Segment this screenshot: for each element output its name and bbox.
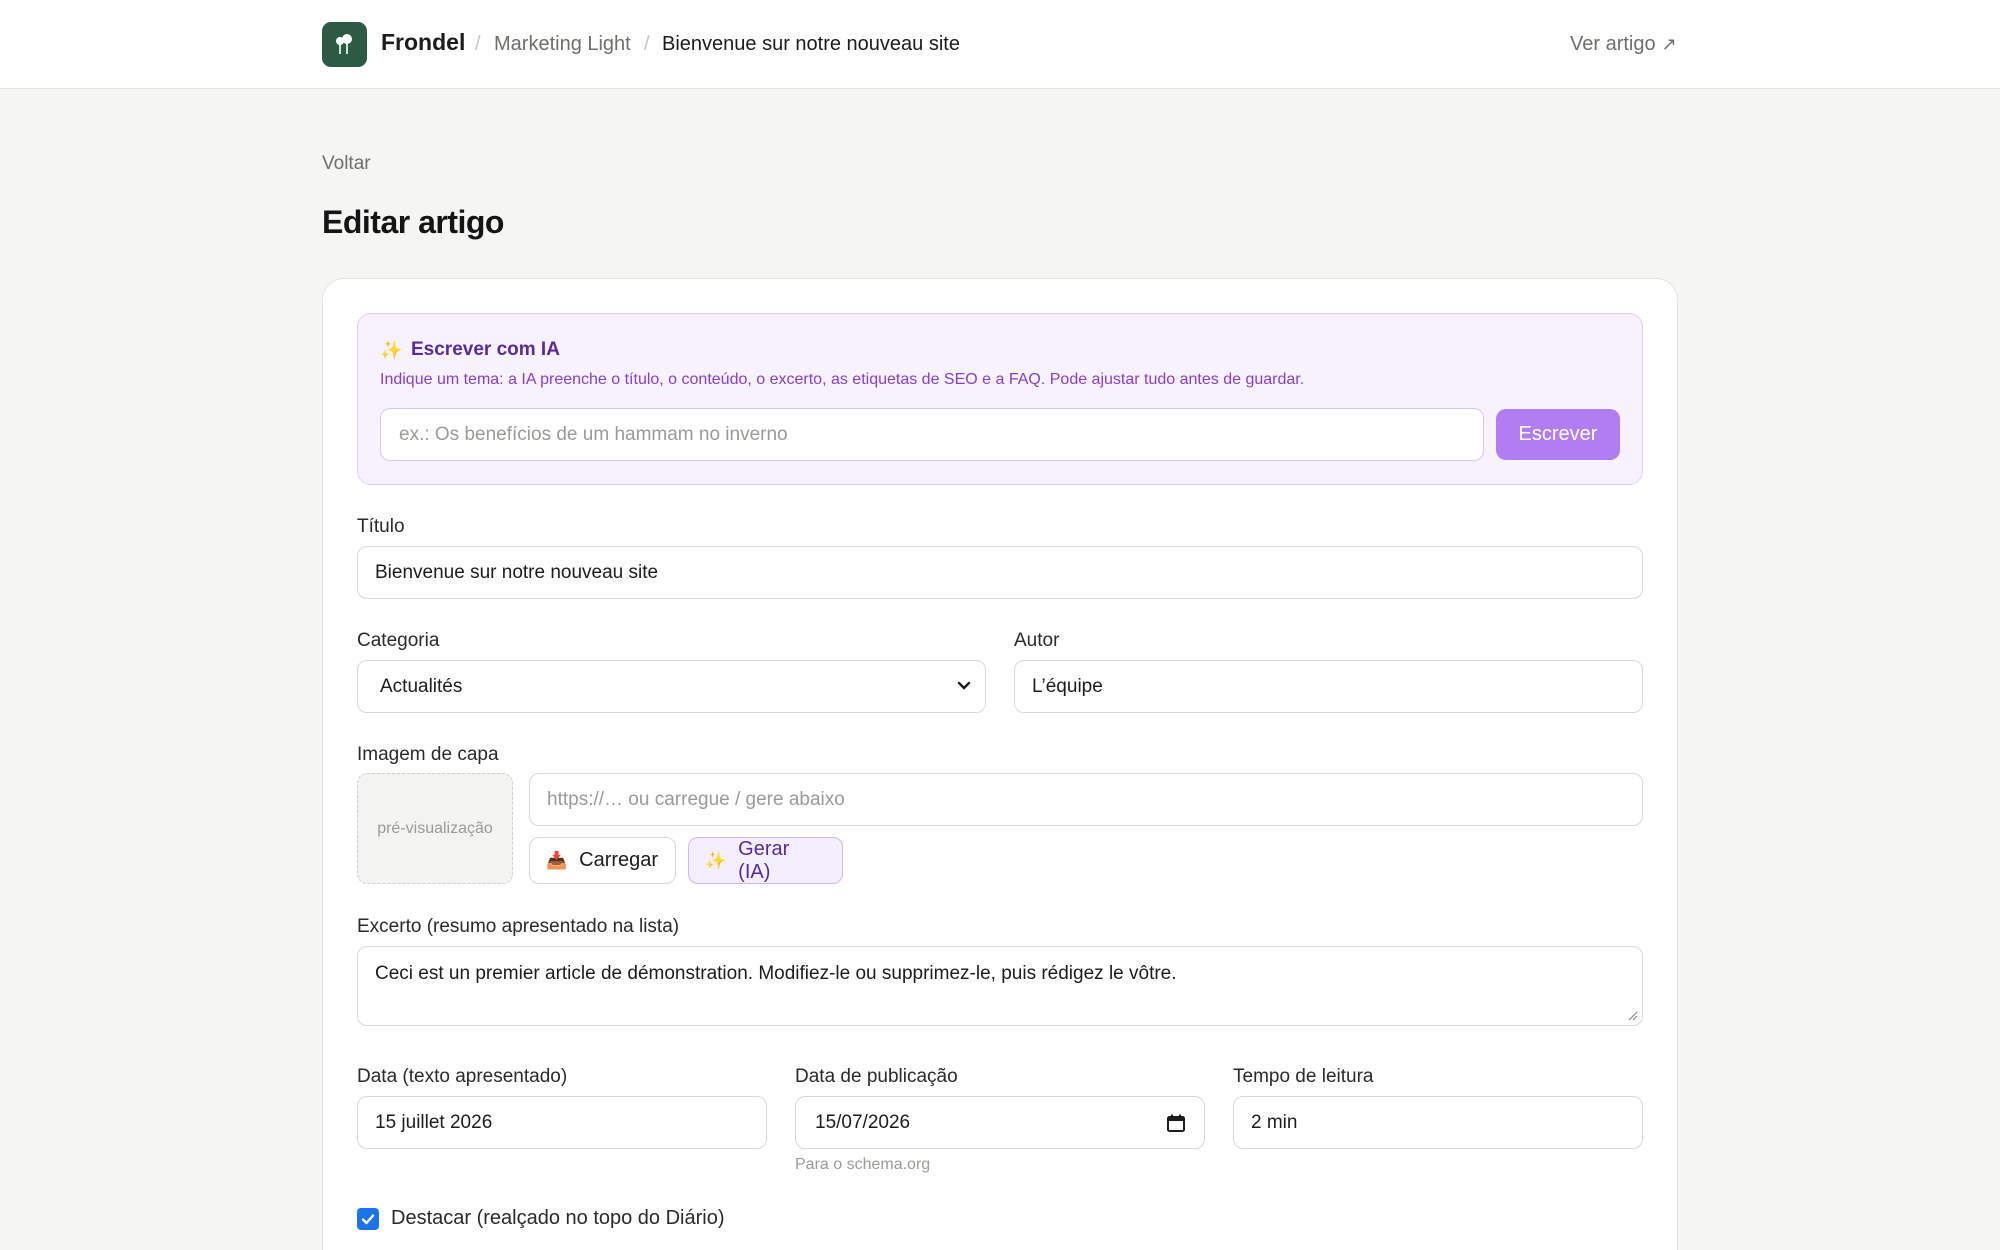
reading-time-value: 2 min [1251,1111,1298,1133]
sparkle-icon: ✨ [705,850,727,870]
chevron-down-icon [957,681,971,690]
author-value: L’équipe [1032,675,1103,697]
featured-checkbox[interactable] [357,1208,379,1230]
top-bar: Frondel / Marketing Light / Bienvenue su… [0,0,2000,89]
ai-writer-title: Escrever com IA [411,339,560,360]
publish-date-input[interactable]: 15/07/2026 [795,1096,1205,1149]
back-link[interactable]: Voltar [322,153,371,175]
tree-icon[interactable] [322,22,367,67]
brand-name[interactable]: Frondel [381,29,465,56]
generate-button-label: Gerar (IA) [738,837,790,883]
upload-button[interactable]: 📥 Carregar [529,837,676,884]
author-input[interactable]: L’équipe [1014,660,1643,713]
date-text-value: 15 juillet 2026 [375,1111,493,1133]
breadcrumb-site[interactable]: Marketing Light [494,33,631,56]
publish-date-hint: Para o schema.org [795,1156,931,1173]
view-article-link[interactable]: Ver artigo ↗ [1570,33,1677,56]
cover-url-input[interactable]: https://… ou carregue / gere abaixo [529,773,1643,826]
excerpt-value: Ceci est un premier article de démonstra… [375,963,1177,984]
ai-write-button[interactable]: Escrever [1496,409,1620,460]
title-label: Título [357,516,405,537]
title-value: Bienvenue sur notre nouveau site [375,561,659,583]
excerpt-textarea[interactable]: Ceci est un premier article de démonstra… [357,946,1643,1026]
date-text-label: Data (texto apresentado) [357,1066,568,1087]
reading-time-label: Tempo de leitura [1233,1066,1374,1087]
external-arrow-icon: ↗ [1661,34,1677,54]
cover-preview-text: pré-visualização [377,819,493,837]
cover-image-preview: pré-visualização [357,773,513,884]
category-select[interactable]: Actualités [357,660,986,713]
cover-url-placeholder: https://… ou carregue / gere abaixo [547,788,845,810]
generate-image-button[interactable]: ✨ Gerar (IA) [688,837,843,884]
breadcrumb-separator: / [644,33,650,55]
checkmark-icon [361,1214,375,1225]
publish-date-value: 15/07/2026 [815,1111,911,1133]
ai-writer-description: Indique um tema: a IA preenche o título,… [380,371,1305,388]
breadcrumb-separator: / [475,33,481,55]
calendar-icon[interactable] [1166,1113,1186,1133]
category-label: Categoria [357,630,440,651]
resize-handle-icon[interactable] [1626,1009,1638,1021]
page-title: Editar artigo [322,204,504,240]
breadcrumb-current: Bienvenue sur notre nouveau site [662,33,960,55]
upload-button-label: Carregar [579,849,659,871]
inbox-tray-icon: 📥 [546,850,568,870]
author-label: Autor [1014,630,1060,651]
ai-topic-input[interactable] [380,408,1484,461]
category-value: Actualités [380,675,463,697]
excerpt-label: Excerto (resumo apresentado na lista) [357,916,680,937]
publish-date-label: Data de publicação [795,1066,958,1087]
reading-time-input[interactable]: 2 min [1233,1096,1643,1149]
title-input[interactable]: Bienvenue sur notre nouveau site [357,546,1643,599]
featured-label[interactable]: Destacar (realçado no topo do Diário) [391,1207,725,1230]
sparkle-icon: ✨ [380,340,403,360]
cover-image-label: Imagem de capa [357,744,499,765]
view-article-label: Ver artigo [1570,33,1656,55]
date-text-input[interactable]: 15 juillet 2026 [357,1096,767,1149]
